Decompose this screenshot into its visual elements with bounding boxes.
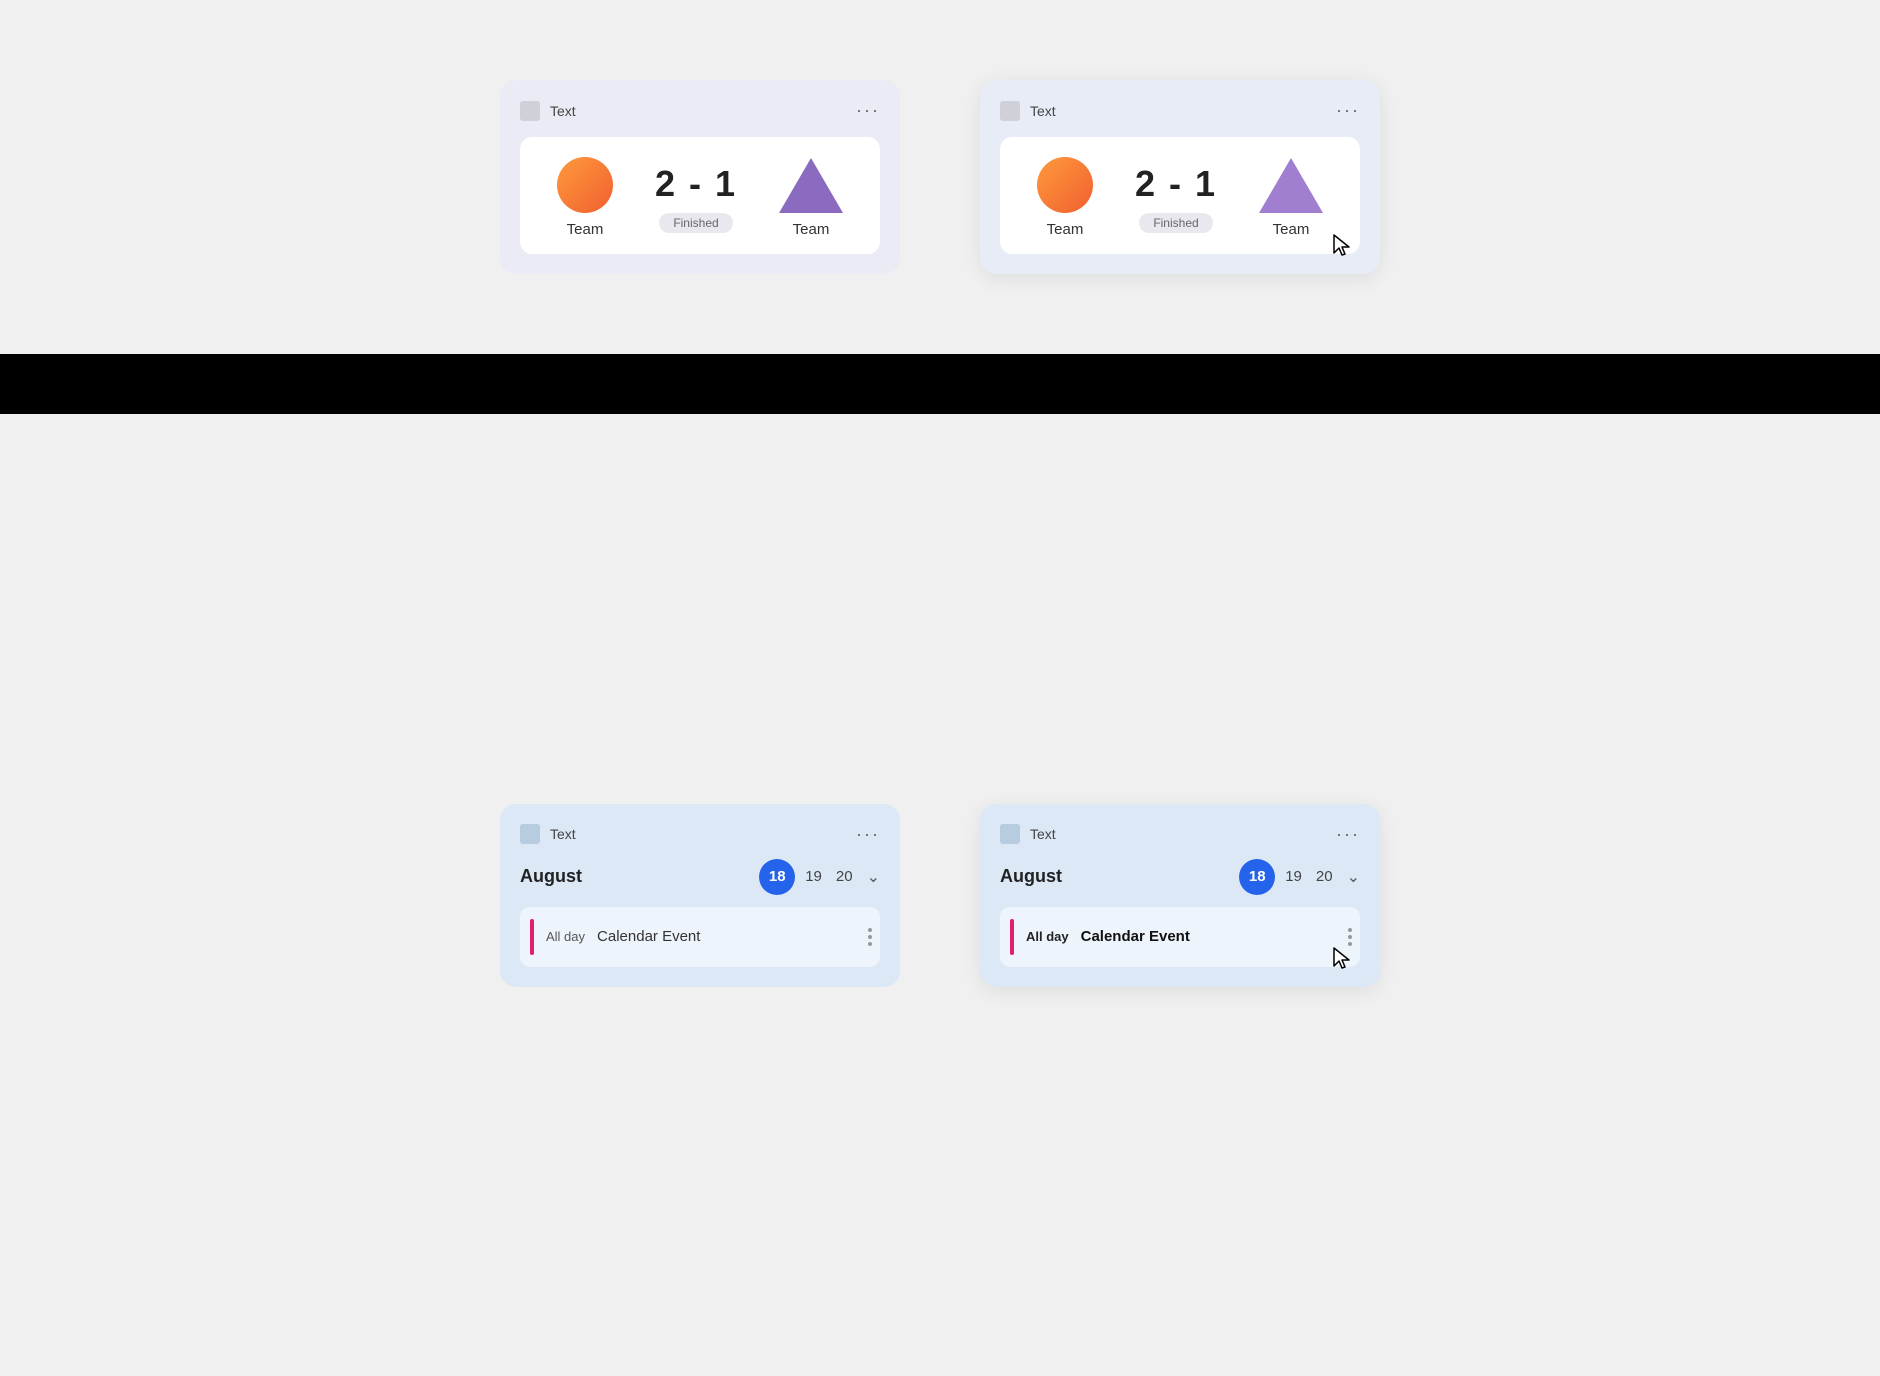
score-center-right: 2 - 1 Finished — [1135, 163, 1217, 233]
dot1-right — [1348, 928, 1352, 932]
card-header-right: Text ··· — [1000, 100, 1360, 121]
team2-label-right: Team — [1273, 221, 1310, 238]
cal-event-title-right: Calendar Event — [1081, 928, 1190, 945]
cal-month-left: August — [520, 866, 759, 887]
score-card-right: Text ··· Team 2 - 1 Finished Team — [980, 80, 1380, 274]
score-text-right: 2 - 1 — [1135, 163, 1217, 205]
card-header-right-content: Text — [1000, 101, 1056, 121]
divider-bar — [0, 354, 1880, 414]
header-text-right: Text — [1030, 103, 1056, 119]
card-header-left-content: Text — [520, 101, 576, 121]
cal-header-icon-left — [520, 824, 540, 844]
card-header-left: Text ··· — [520, 100, 880, 121]
calendar-card-right: Text ··· August 18 19 20 ⌄ All day Calen… — [980, 804, 1380, 987]
cal-more-dots-right[interactable]: ··· — [1336, 824, 1360, 845]
team1-right: Team — [1037, 157, 1093, 238]
dot1-left — [868, 928, 872, 932]
cal-date-numbers-right: 18 19 20 ⌄ — [1239, 859, 1360, 895]
team2-icon-triangle-right — [1259, 158, 1323, 213]
cal-more-dots-left[interactable]: ··· — [856, 824, 880, 845]
score-inner-right: Team 2 - 1 Finished Team — [1000, 137, 1360, 254]
dot2-left — [868, 935, 872, 939]
cal-event-bar-left — [530, 919, 534, 955]
cal-chevron-left[interactable]: ⌄ — [867, 867, 880, 887]
team1-icon-circle-left — [557, 157, 613, 213]
cal-allday-left: All day — [546, 929, 585, 944]
cal-month-right: August — [1000, 866, 1239, 887]
cal-event-row-left: All day Calendar Event — [520, 907, 880, 967]
top-section: Text ··· Team 2 - 1 Finished Team Text — [0, 0, 1880, 354]
team2-icon-triangle-left — [779, 158, 843, 213]
cal-header-icon-right — [1000, 824, 1020, 844]
bottom-section: Text ··· August 18 19 20 ⌄ All day Calen… — [0, 414, 1880, 1376]
score-center-left: 2 - 1 Finished — [655, 163, 737, 233]
cal-date-numbers-left: 18 19 20 ⌄ — [759, 859, 880, 895]
team2-left: Team — [779, 158, 843, 238]
cal-event-title-left: Calendar Event — [597, 928, 700, 945]
cal-date-18-right[interactable]: 18 — [1239, 859, 1275, 895]
cal-event-dots-right[interactable] — [1348, 928, 1352, 946]
cal-header-right-content: Text — [1000, 824, 1056, 844]
cal-date-18-left[interactable]: 18 — [759, 859, 795, 895]
dot3-left — [868, 942, 872, 946]
team1-left: Team — [557, 157, 613, 238]
cal-event-bar-right — [1010, 919, 1014, 955]
cal-header-left: Text ··· — [520, 824, 880, 845]
cal-date-19-right[interactable]: 19 — [1281, 868, 1306, 885]
dot3-right — [1348, 942, 1352, 946]
cal-date-row-right: August 18 19 20 ⌄ — [1000, 859, 1360, 895]
cal-event-dots-left[interactable] — [868, 928, 872, 946]
more-dots-left[interactable]: ··· — [856, 100, 880, 121]
score-inner-left: Team 2 - 1 Finished Team — [520, 137, 880, 254]
team2-label-left: Team — [793, 221, 830, 238]
cal-header-text-left: Text — [550, 826, 576, 842]
cal-date-20-right[interactable]: 20 — [1312, 868, 1337, 885]
cal-chevron-right[interactable]: ⌄ — [1347, 867, 1360, 887]
score-text-left: 2 - 1 — [655, 163, 737, 205]
header-icon-left — [520, 101, 540, 121]
cal-header-text-right: Text — [1030, 826, 1056, 842]
cal-header-right: Text ··· — [1000, 824, 1360, 845]
header-text-left: Text — [550, 103, 576, 119]
cal-date-19-left[interactable]: 19 — [801, 868, 826, 885]
team1-icon-circle-right — [1037, 157, 1093, 213]
team1-label-left: Team — [567, 221, 604, 238]
finished-badge-right: Finished — [1139, 213, 1212, 233]
finished-badge-left: Finished — [659, 213, 732, 233]
cal-date-row-left: August 18 19 20 ⌄ — [520, 859, 880, 895]
cal-event-row-right: All day Calendar Event — [1000, 907, 1360, 967]
dot2-right — [1348, 935, 1352, 939]
cal-allday-right: All day — [1026, 929, 1069, 944]
calendar-card-left: Text ··· August 18 19 20 ⌄ All day Calen… — [500, 804, 900, 987]
cal-date-20-left[interactable]: 20 — [832, 868, 857, 885]
header-icon-right — [1000, 101, 1020, 121]
cal-header-left-content: Text — [520, 824, 576, 844]
team2-right: Team — [1259, 158, 1323, 238]
more-dots-right[interactable]: ··· — [1336, 100, 1360, 121]
team1-label-right: Team — [1047, 221, 1084, 238]
score-card-left: Text ··· Team 2 - 1 Finished Team — [500, 80, 900, 274]
